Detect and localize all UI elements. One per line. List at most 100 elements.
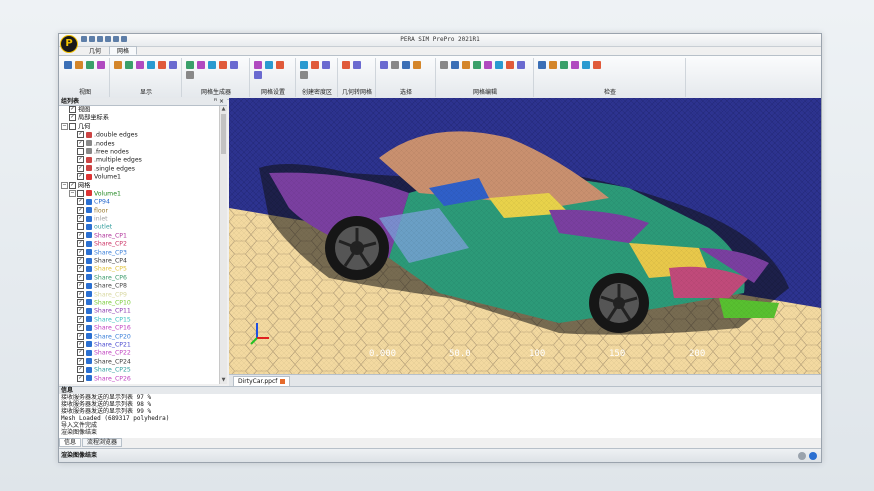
tree-scrollbar[interactable]: ▲ ▼ [219,106,227,384]
info-tab-0[interactable]: 信息 [59,438,82,447]
tree-item[interactable]: ✓ Share_CP11 [59,307,219,315]
visibility-checkbox[interactable]: ✓ [77,357,84,365]
panel-pin-close-icon[interactable]: ꟸ × [214,98,224,106]
tree-item[interactable]: ✓ 局部坐标系 [59,114,219,122]
tree-item[interactable]: ✓ Share_CP3 [59,248,219,257]
pick-icon[interactable] [380,61,388,69]
tree-item[interactable]: .free nodes [59,147,219,156]
tree-item[interactable]: ✓ Share_CP21 [59,340,219,349]
tree-item[interactable]: ✓ Share_CP20 [59,332,219,341]
visibility-checkbox[interactable]: ✓ [77,206,84,214]
visibility-checkbox[interactable]: ✓ [77,139,84,147]
visibility-checkbox[interactable]: ✓ [77,374,84,382]
visibility-checkbox[interactable]: ✓ [77,290,84,298]
visibility-checkbox[interactable]: ✓ [77,349,84,357]
box-select-icon[interactable] [391,61,399,69]
visibility-checkbox[interactable] [77,147,84,155]
tree-item[interactable]: ✓ Share_CP4 [59,257,219,265]
expand-icon[interactable]: − [61,122,68,130]
tree-item[interactable]: − 几何 [59,122,219,131]
tree-item[interactable]: ✓ .double edges [59,131,219,139]
smooth-icon[interactable] [186,71,194,79]
lasso-icon[interactable] [402,61,410,69]
merge-icon[interactable] [451,61,459,69]
visibility-checkbox[interactable] [77,189,84,197]
expand-icon[interactable]: − [61,181,68,189]
visibility-checkbox[interactable]: ✓ [77,173,84,181]
zoom-icon[interactable] [97,61,105,69]
stats-icon[interactable] [593,61,601,69]
visibility-checkbox[interactable]: ✓ [77,215,84,223]
visibility-checkbox[interactable]: ✓ [77,240,84,248]
layers-icon[interactable] [197,61,205,69]
convert-icon[interactable] [342,61,350,69]
cell-icon[interactable] [230,61,238,69]
tree-item[interactable]: ✓ Share_CP15 [59,315,219,324]
visibility-checkbox[interactable]: ✓ [77,248,84,256]
expand-icon[interactable]: − [69,189,76,197]
surface-mesh-icon[interactable] [353,61,361,69]
scroll-down-icon[interactable]: ▼ [220,377,227,384]
visibility-checkbox[interactable]: ✓ [77,332,84,340]
check-icon[interactable] [560,61,568,69]
visibility-checkbox[interactable]: ✓ [77,340,84,348]
visibility-checkbox[interactable]: ✓ [77,164,84,172]
visibility-checkbox[interactable]: ✓ [77,366,84,374]
tree-item[interactable]: ✓ Share_CP9 [59,290,219,299]
visibility-checkbox[interactable]: ✓ [69,181,76,189]
probe-icon[interactable] [582,61,590,69]
cylinder-region-icon[interactable] [311,61,319,69]
rotate-icon[interactable] [86,61,94,69]
tree-item[interactable]: ✓ Volume1 [59,173,219,181]
tab-1[interactable]: 网格 [109,46,138,55]
color-icon[interactable] [114,61,122,69]
visibility-checkbox[interactable]: ✓ [77,282,84,290]
delete-cell-icon[interactable] [495,61,503,69]
split-icon[interactable] [440,61,448,69]
node-icon[interactable] [169,61,177,69]
quality-icon[interactable] [538,61,546,69]
visibility-checkbox[interactable]: ✓ [77,265,84,273]
sphere-region-icon[interactable] [322,61,330,69]
visibility-checkbox[interactable]: ✓ [77,307,84,315]
tree-item[interactable]: ✓ Share_CP10 [59,298,219,307]
tree-item[interactable]: ✓ Share_CP6 [59,273,219,282]
visibility-checkbox[interactable]: ✓ [69,106,76,113]
tree-item[interactable]: outlet [59,223,219,231]
info-tab-1[interactable]: 流程浏览器 [82,438,123,447]
tree-item[interactable]: ✓ 视图 [59,106,219,114]
tree-item[interactable]: ✓ .single edges [59,164,219,173]
refine-icon[interactable] [208,61,216,69]
tree-item[interactable]: ✓ Share_CP25 [59,366,219,374]
box-region-icon[interactable] [300,61,308,69]
tree-item[interactable]: ✓ inlet [59,215,219,223]
poly-icon[interactable] [254,71,262,79]
tree-item[interactable]: ✓ floor [59,206,219,215]
collapse-icon[interactable] [462,61,470,69]
visibility-checkbox[interactable]: ✓ [69,114,76,122]
prism-icon[interactable] [276,61,284,69]
boundary-icon[interactable] [219,61,227,69]
size-icon[interactable] [265,61,273,69]
view-fit-icon[interactable] [64,61,72,69]
visibility-checkbox[interactable]: ✓ [77,315,84,323]
visibility-checkbox[interactable] [69,122,76,130]
tree-item[interactable]: ✓ .nodes [59,139,219,148]
3d-viewport[interactable]: 0.000 50.0 100 150 200 [229,98,821,374]
tree-item[interactable]: ✓ Share_CP26 [59,374,219,383]
tab-0[interactable]: 几何 [81,46,109,55]
info-icon[interactable] [809,452,817,460]
tree-item[interactable]: ✓ Share_CP24 [59,357,219,366]
move-node-icon[interactable] [484,61,492,69]
tree-item[interactable]: ✓ Share_CP5 [59,265,219,273]
scroll-up-icon[interactable]: ▲ [220,106,227,113]
tree-item[interactable]: ✓ Share_CP1 [59,231,219,240]
tree-item[interactable]: ✓ Share_CP2 [59,240,219,248]
tree-item[interactable]: − Volume1 [59,189,219,198]
tree-item[interactable]: ✓ Share_CP8 [59,282,219,290]
camera-icon[interactable] [75,61,83,69]
mesh-display-icon[interactable] [136,61,144,69]
invert-select-icon[interactable] [413,61,421,69]
visibility-checkbox[interactable]: ✓ [77,273,84,281]
histogram-icon[interactable] [549,61,557,69]
